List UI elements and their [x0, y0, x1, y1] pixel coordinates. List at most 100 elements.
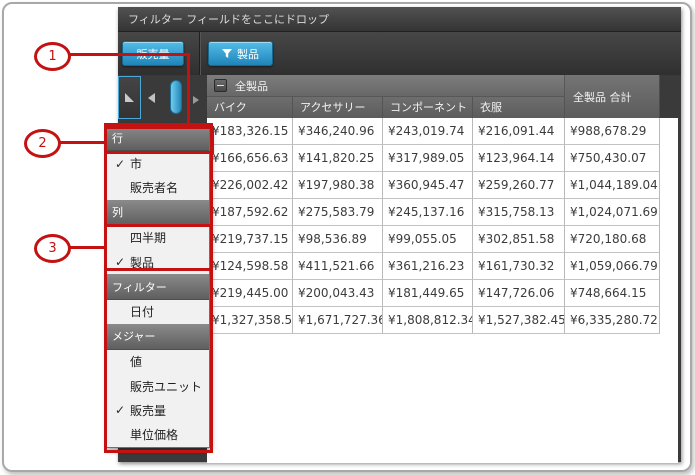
- field-section-header: フィルター: [106, 274, 209, 299]
- pivot-cell[interactable]: ¥315,758.13: [473, 199, 565, 226]
- pivot-cell[interactable]: ¥317,989.05: [383, 145, 473, 172]
- pivot-cell[interactable]: ¥200,043.43: [293, 280, 383, 307]
- pivot-cell[interactable]: ¥1,808,812.34: [383, 307, 473, 334]
- field-chooser-dropdown: 行✓市販売者名列四半期✓製品フィルター日付メジャー値販売ユニット✓販売量単位価格: [105, 125, 210, 448]
- pivot-cell[interactable]: ¥99,055.05: [383, 226, 473, 253]
- field-item[interactable]: 販売ユニット: [106, 374, 209, 398]
- pivot-cell[interactable]: ¥302,851.58: [473, 226, 565, 253]
- filter-drop-area[interactable]: フィルター フィールドをここにドロップ: [118, 7, 681, 32]
- scroll-left-icon[interactable]: [148, 93, 155, 103]
- column-field-button[interactable]: 製品: [208, 41, 273, 66]
- field-button-row: [118, 32, 681, 76]
- pivot-cell[interactable]: ¥1,527,382.45: [473, 307, 565, 334]
- table-row: ¥219,737.15¥98,536.89¥99,055.05¥302,851.…: [207, 226, 678, 253]
- pivot-cell[interactable]: ¥988,678.29: [565, 118, 660, 145]
- field-item-label: 製品: [130, 254, 154, 271]
- pivot-cell[interactable]: ¥750,430.07: [565, 145, 660, 172]
- field-item[interactable]: ✓販売量: [106, 398, 209, 422]
- pivot-cell[interactable]: ¥141,820.25: [293, 145, 383, 172]
- corner-triangle-icon: [125, 93, 134, 102]
- pivot-cell[interactable]: ¥1,059,066.79: [565, 253, 660, 280]
- table-row: ¥187,592.62¥275,583.79¥245,137.16¥315,75…: [207, 199, 678, 226]
- scroll-right-icon[interactable]: [193, 96, 199, 104]
- field-section-header: メジャー: [106, 324, 209, 349]
- horizontal-scroll-thumb[interactable]: [170, 80, 182, 114]
- filter-funnel-icon: [222, 49, 232, 59]
- field-section-header: 行: [106, 126, 209, 151]
- field-item-label: 販売ユニット: [130, 378, 202, 395]
- measure-field-label: 販売量: [137, 46, 170, 62]
- pivot-cell[interactable]: ¥6,335,280.72: [565, 307, 660, 334]
- collapse-minus-icon[interactable]: −: [214, 79, 227, 92]
- column-group-label: 全製品: [235, 78, 268, 94]
- table-row: ¥226,002.42¥197,980.38¥360,945.47¥259,26…: [207, 172, 678, 199]
- pivot-cell[interactable]: ¥123,964.14: [473, 145, 565, 172]
- grand-total-column-header[interactable]: 全製品 合計: [565, 75, 660, 118]
- table-row: ¥1,327,358.57¥1,671,727.36¥1,808,812.34¥…: [207, 307, 678, 334]
- checkmark-icon: ✓: [110, 157, 130, 171]
- column-header-4[interactable]: 衣服: [473, 97, 565, 118]
- pivot-cell[interactable]: ¥243,019.74: [383, 118, 473, 145]
- column-field-label: 製品: [237, 46, 259, 62]
- pivot-cell[interactable]: ¥197,980.38: [293, 172, 383, 199]
- pivot-cell[interactable]: ¥187,592.62: [207, 199, 293, 226]
- field-item[interactable]: ✓市: [106, 151, 209, 175]
- pivot-cell[interactable]: ¥1,671,727.36: [293, 307, 383, 334]
- header-right-strip: [660, 75, 681, 118]
- pivot-cell[interactable]: ¥124,598.58: [207, 253, 293, 280]
- callout-circle-2: 2: [24, 129, 61, 158]
- table-row: ¥166,656.63¥141,820.25¥317,989.05¥123,96…: [207, 145, 678, 172]
- field-item-label: 販売量: [130, 402, 166, 419]
- field-item-label: 日付: [130, 303, 154, 320]
- pivot-cell[interactable]: ¥147,726.06: [473, 280, 565, 307]
- pivot-cell[interactable]: ¥748,664.15: [565, 280, 660, 307]
- field-item[interactable]: 日付: [106, 300, 209, 324]
- table-row: ¥219,445.00¥200,043.43¥181,449.65¥147,72…: [207, 280, 678, 307]
- data-area: ¥183,326.15¥346,240.96¥243,019.74¥216,09…: [207, 118, 678, 463]
- checkmark-icon: ✓: [110, 255, 130, 269]
- pivot-cell[interactable]: ¥245,137.16: [383, 199, 473, 226]
- callout-circle-1: 1: [34, 42, 71, 71]
- measure-field-button[interactable]: 販売量: [122, 41, 184, 66]
- pivot-cell[interactable]: ¥98,536.89: [293, 226, 383, 253]
- pivot-cell[interactable]: ¥183,326.15: [207, 118, 293, 145]
- column-subheader-row: バイクアクセサリーコンポーネント衣服: [207, 97, 565, 118]
- pivot-cell[interactable]: ¥1,044,189.04: [565, 172, 660, 199]
- screenshot-stage: フィルター フィールドをここにドロップ 販売量 製品 − 全製品 バイクアクセサ…: [0, 0, 695, 475]
- pivot-cell[interactable]: ¥720,180.68: [565, 226, 660, 253]
- column-group-header[interactable]: − 全製品: [207, 75, 565, 97]
- pivot-cell[interactable]: ¥346,240.96: [293, 118, 383, 145]
- field-section-header: 列: [106, 200, 209, 225]
- column-header-1[interactable]: バイク: [207, 97, 293, 118]
- field-item[interactable]: 値: [106, 350, 209, 374]
- pivot-cell[interactable]: ¥166,656.63: [207, 145, 293, 172]
- table-row: ¥124,598.58¥411,521.66¥361,216.23¥161,73…: [207, 253, 678, 280]
- pivot-cell[interactable]: ¥411,521.66: [293, 253, 383, 280]
- table-row: ¥183,326.15¥346,240.96¥243,019.74¥216,09…: [207, 118, 678, 145]
- pivot-cell[interactable]: ¥219,445.00: [207, 280, 293, 307]
- pivot-cell[interactable]: ¥226,002.42: [207, 172, 293, 199]
- field-chooser-corner-button[interactable]: [118, 76, 141, 119]
- field-item[interactable]: 四半期: [106, 226, 209, 250]
- field-item-label: 単位価格: [130, 426, 178, 443]
- grand-total-label: 全製品 合計: [573, 89, 632, 105]
- pivot-cell[interactable]: ¥181,449.65: [383, 280, 473, 307]
- pivot-cell[interactable]: ¥216,091.44: [473, 118, 565, 145]
- field-item[interactable]: ✓製品: [106, 250, 209, 274]
- pivot-cell[interactable]: ¥219,737.15: [207, 226, 293, 253]
- field-item-label: 販売者名: [130, 179, 178, 196]
- pivot-rows: ¥183,326.15¥346,240.96¥243,019.74¥216,09…: [207, 118, 678, 334]
- column-header-2[interactable]: アクセサリー: [293, 97, 383, 118]
- field-item-label: 四半期: [130, 229, 166, 246]
- pane-divider: [199, 32, 201, 75]
- field-item[interactable]: 単位価格: [106, 423, 209, 447]
- pivot-cell[interactable]: ¥275,583.79: [293, 199, 383, 226]
- column-header-3[interactable]: コンポーネント: [383, 97, 473, 118]
- pivot-cell[interactable]: ¥361,216.23: [383, 253, 473, 280]
- pivot-cell[interactable]: ¥1,024,071.69: [565, 199, 660, 226]
- pivot-cell[interactable]: ¥161,730.32: [473, 253, 565, 280]
- field-item[interactable]: 販売者名: [106, 176, 209, 200]
- pivot-cell[interactable]: ¥1,327,358.57: [207, 307, 293, 334]
- pivot-cell[interactable]: ¥360,945.47: [383, 172, 473, 199]
- pivot-cell[interactable]: ¥259,260.77: [473, 172, 565, 199]
